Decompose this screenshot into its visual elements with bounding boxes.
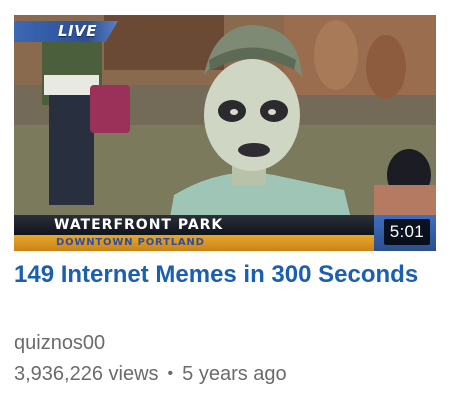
lower-third-subtitle: DOWNTOWN PORTLAND: [56, 237, 205, 248]
video-card: LIVE WATERFRONT PARK DOWNTOWN PORTLAND 5…: [0, 0, 449, 400]
video-metadata: 3,936,226 views • 5 years ago: [14, 362, 287, 388]
upload-age: 5 years ago: [182, 363, 287, 385]
meta-separator: •: [167, 365, 174, 382]
channel-name-link[interactable]: quiznos00: [14, 331, 105, 355]
lower-third-title: WATERFRONT PARK: [54, 217, 224, 233]
video-duration-badge: 5:01: [383, 219, 430, 245]
news-lower-third: WATERFRONT PARK DOWNTOWN PORTLAND: [14, 215, 436, 251]
view-count: 3,936,226 views: [14, 363, 159, 385]
video-thumbnail[interactable]: LIVE WATERFRONT PARK DOWNTOWN PORTLAND 5…: [14, 15, 436, 251]
live-badge-label: LIVE: [58, 22, 97, 40]
live-badge: LIVE: [14, 21, 118, 42]
video-title-link[interactable]: 149 Internet Memes in 300 Seconds: [14, 260, 434, 290]
